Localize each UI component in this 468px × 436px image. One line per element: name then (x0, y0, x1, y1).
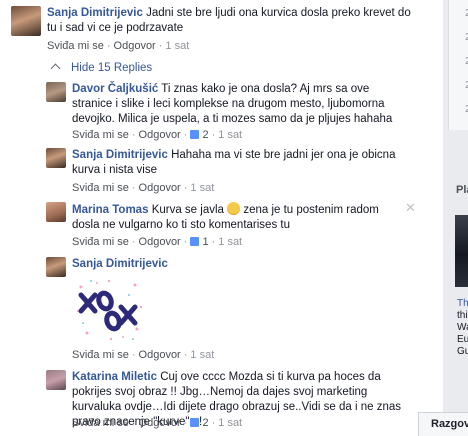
reply: Katarina Miletic Cuj ove cccc Mozda si t… (46, 370, 408, 436)
reply-link[interactable]: Odgovor (114, 40, 156, 52)
reply-link[interactable]: Odgovor (139, 349, 181, 361)
reply-author[interactable]: Sanja Dimitrijevic (72, 258, 168, 270)
xoxo-sticker[interactable] (75, 277, 143, 343)
right-rail: 2 2 2 2 2 Pla Thi this Wa Eu Gu (443, 0, 468, 436)
comments-feed: Sanja Dimitrijevic Jadni ste bre ljudi o… (0, 0, 418, 436)
reply: Marina Tomas Kurva se javla zena je tu p… (46, 202, 406, 248)
avatar[interactable] (11, 6, 41, 36)
reply-link[interactable]: Odgovor (139, 417, 181, 429)
like-link[interactable]: Sviđa mi se (72, 417, 129, 429)
reply-time[interactable]: 1 sat (218, 129, 242, 141)
comment-actions: Sviđa mi se · Odgovor · 1 sat (47, 40, 190, 52)
reply-author[interactable]: Sanja Dimitrijevic (72, 149, 168, 161)
like-count[interactable]: 2 (202, 417, 208, 429)
reply-actions: Sviđa mi se · Odgovor · 1 · 1 sat (72, 236, 243, 248)
rail-snippet-line[interactable]: Thi (457, 298, 468, 310)
reply-link[interactable]: Odgovor (139, 236, 181, 248)
reply-actions: Sviđa mi se · Odgovor · 1 sat (72, 182, 215, 194)
reply-actions: Sviđa mi se · Odgovor · 2 · 1 sat (72, 129, 243, 141)
like-link[interactable]: Sviđa mi se (72, 236, 129, 248)
reply-link[interactable]: Odgovor (139, 129, 181, 141)
avatar[interactable] (46, 257, 66, 277)
rail-snippet-line: this (457, 310, 468, 321)
thumbs-up-icon (190, 130, 200, 139)
reply-author[interactable]: Davor Čaljkušić (72, 83, 158, 95)
comment: Sanja Dimitrijevic Jadni ste bre ljudi o… (11, 6, 411, 56)
reply-text: Kurva se javla (151, 204, 224, 216)
comment-time[interactable]: 1 sat (165, 40, 189, 52)
rail-image[interactable] (455, 215, 468, 287)
avatar[interactable] (46, 202, 66, 222)
reply-actions: Sviđa mi se · Odgovor · 1 sat (72, 349, 215, 361)
avatar[interactable] (46, 148, 66, 168)
like-link[interactable]: Sviđa mi se (72, 349, 129, 361)
avatar[interactable] (46, 82, 66, 102)
like-count[interactable]: 1 (202, 236, 208, 248)
hide-replies-link[interactable]: Hide 15 Replies (50, 62, 153, 74)
rail-section-title: Pla (456, 184, 468, 196)
avatar[interactable] (46, 370, 66, 390)
comment-author[interactable]: Sanja Dimitrijevic (47, 7, 143, 19)
like-link[interactable]: Sviđa mi se (47, 40, 104, 52)
reply-time[interactable]: 1 sat (218, 417, 242, 429)
like-count[interactable]: 2 (202, 129, 208, 141)
reply: Davor Čaljkušić Ti znas kako je ona dosl… (46, 82, 406, 142)
rail-snippet-line: Wa (457, 322, 468, 333)
rail-snippet-line: Gu (457, 346, 468, 357)
like-link[interactable]: Sviđa mi se (72, 182, 129, 194)
reply-actions: Sviđa mi se · Odgovor · 2 · 1 sat (72, 417, 243, 429)
reply: Sanja Dimitrijevic Hahaha ma vi ste bre … (46, 148, 406, 194)
chat-tab-label: Razgov (431, 418, 468, 430)
reply-time[interactable]: 1 sat (190, 182, 214, 194)
reply-author[interactable]: Katarina Miletic (72, 371, 157, 383)
reply-author[interactable]: Marina Tomas (72, 204, 148, 216)
rail-snippet[interactable]: Thi this Wa Eu Gu (457, 298, 468, 358)
rail-snippet-line: Eu (457, 334, 468, 345)
hide-replies-label: Hide 15 Replies (71, 62, 153, 74)
close-icon[interactable]: ✕ (405, 200, 416, 216)
reply-link[interactable]: Odgovor (139, 182, 181, 194)
like-link[interactable]: Sviđa mi se (72, 129, 129, 141)
smiley-emoji-icon (227, 202, 241, 215)
thumbs-up-icon (190, 237, 200, 246)
chevron-up-icon (50, 63, 61, 74)
reply-time[interactable]: 1 sat (190, 349, 214, 361)
chat-tab[interactable]: Razgov (418, 412, 468, 436)
reply-time[interactable]: 1 sat (218, 236, 242, 248)
trending-list: 2 2 2 2 2 (448, 0, 468, 130)
thumbs-up-icon (190, 418, 200, 427)
